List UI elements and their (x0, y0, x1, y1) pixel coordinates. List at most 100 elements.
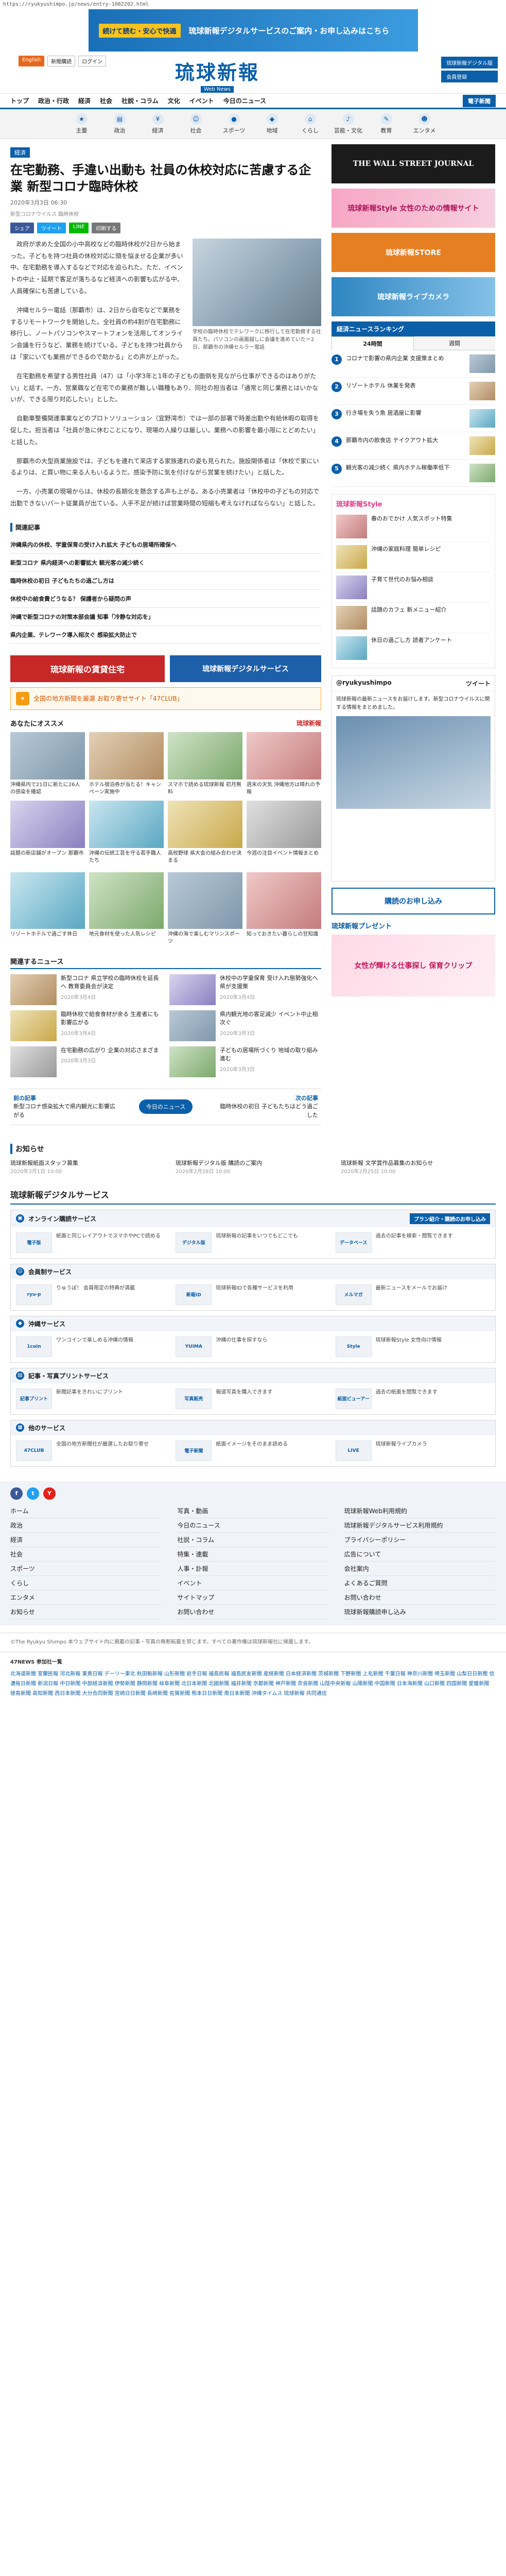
related-item[interactable]: 県内企業、テレワーク導入相次ぐ 感染拡大防止で (10, 626, 321, 644)
recommend-card[interactable]: 沖縄の海で楽しむマリンスポーツ (168, 872, 242, 946)
recent-news-item[interactable]: 新型コロナ 県立学校の臨時休校を延長へ 教育委員会が決定 2020年3月4日 (10, 974, 162, 1005)
recent-news-item[interactable]: 休校中の学童保育 受け入れ態勢強化へ 県が支援策 2020年3月4日 (169, 974, 321, 1005)
ranking-item[interactable]: 4 那覇市内の飲食店 テイクアウト拡大 (331, 432, 495, 460)
today-news-button[interactable]: 今日のニュース (138, 1099, 193, 1114)
style-item[interactable]: 子育て世代のお悩み相談 (336, 572, 491, 603)
notice-item[interactable]: 琉球新報紙面スタッフ募集 2020年3月1日 10:00 (10, 1159, 165, 1176)
ranking-item[interactable]: 5 観光客の減少続く 県内ホテル稼働率低下 (331, 460, 495, 487)
related-item[interactable]: 臨時休校の初日 子どもたちの過ごし方は (10, 572, 321, 590)
related-item[interactable]: 沖縄県内の休校、学童保育の受け入れ拡大 子どもの居場所確保へ (10, 536, 321, 554)
recommend-card[interactable]: 話題の新店舗がオープン 那覇市 (10, 800, 85, 865)
ranking-item[interactable]: 3 行き場を失う魚 居酒屋に影響 (331, 405, 495, 432)
digital-edition-button[interactable]: 琉球新報デジタル版 (441, 57, 498, 69)
related-item[interactable]: 新型コロナ 県内経済への影響拡大 観光客の減少続く (10, 554, 321, 572)
english-button[interactable]: English (19, 56, 45, 66)
related-item[interactable]: 沖縄で新型コロナの対策本部会議 知事「冷静な対応を」 (10, 608, 321, 626)
article-photo[interactable]: 学校の臨時休校でテレワークに移行して在宅勤務する社員たち。パソコンの画面越しに会… (193, 238, 321, 351)
service-item[interactable]: 写真販売 報道写真を購入できます (176, 1388, 330, 1409)
gift-title[interactable]: 琉球新報プレゼント (331, 921, 495, 930)
cat-education[interactable]: ✎ 教育 (371, 113, 402, 134)
service-item[interactable]: デジタル版 琉球新報の記事をいつでもどこでも (176, 1232, 330, 1253)
footer-link[interactable]: 今日のニュース (177, 1518, 329, 1533)
promo-bar[interactable]: ✦ 全国の地方新聞を厳選 お取り寄せサイト「47CLUB」 (10, 687, 321, 710)
service-item[interactable]: データベース 過去の記事を検索・閲覧できます (335, 1232, 490, 1253)
twitter-share-button[interactable]: ツイート (37, 222, 66, 233)
style-banner[interactable]: 琉球新報Style 女性のための情報サイト (331, 189, 495, 228)
youtube-icon[interactable]: Y (43, 1487, 56, 1500)
recommend-card[interactable]: リゾートホテルで過ごす休日 (10, 872, 85, 946)
footer-link[interactable]: お問い合わせ (344, 1590, 496, 1605)
notice-item[interactable]: 琉球新報デジタル版 購読のご案内 2020年2月28日 10:00 (176, 1159, 330, 1176)
top-banner[interactable]: 続けて読む・安心で快適 琉球新報デジタルサービスのご案内・お申し込みはこちら (88, 9, 418, 52)
footer-link[interactable]: 政治 (10, 1518, 162, 1533)
footer-link[interactable]: お問い合わせ (177, 1605, 329, 1619)
footer-link[interactable]: 会社案内 (344, 1562, 496, 1576)
footer-link[interactable]: くらし (10, 1576, 162, 1590)
style-item[interactable]: 沖縄の家庭料理 簡単レシピ (336, 542, 491, 572)
subscribe-button[interactable]: 購読のお申し込み (331, 888, 495, 914)
service-item[interactable]: 新報ID 琉球新報IDで各種サービスを利用 (176, 1284, 330, 1305)
recent-news-item[interactable]: 臨時休校で給食食材が余る 生産者にも影響広がる 2020年3月4日 (10, 1010, 162, 1041)
gnav-item[interactable]: トップ (10, 96, 29, 105)
footer-link[interactable]: 琉球新報デジタルサービス利用規約 (344, 1518, 496, 1533)
live-camera-banner[interactable]: 琉球新報ライブカメラ (331, 277, 495, 316)
recommend-card[interactable]: 知っておきたい暮らしの豆知識 (247, 872, 321, 946)
service-item[interactable]: 1coin ワンコインで楽しめる沖縄の情報 (16, 1336, 170, 1357)
recent-news-item[interactable]: 在宅勤務の広がり 企業の対応さまざま 2020年3月3日 (10, 1046, 162, 1077)
gift-card[interactable]: 女性が輝ける仕事探し 保育クリップ (331, 935, 495, 996)
recent-news-item[interactable]: 子どもの居場所づくり 地域の取り組み進む 2020年3月3日 (169, 1046, 321, 1077)
gnav-item[interactable]: 今日のニュース (223, 96, 266, 105)
cat-politics[interactable]: ▤ 政治 (104, 113, 135, 134)
facebook-icon[interactable]: f (10, 1487, 23, 1500)
wsj-banner[interactable]: THE WALL STREET JOURNAL (331, 144, 495, 183)
footer-link[interactable]: 社説・コラム (177, 1533, 329, 1547)
ranking-item[interactable]: 1 コロナで影響の県内企業 支援策まとめ (331, 350, 495, 378)
recommend-card[interactable]: 高校野球 県大会の組み合わせ決まる (168, 800, 242, 865)
recommend-card[interactable]: 今週の注目イベント情報まとめ (247, 800, 321, 865)
cat-sports[interactable]: ● スポーツ (219, 113, 250, 134)
footer-link[interactable]: 写真・動画 (177, 1504, 329, 1518)
footer-link[interactable]: プライバシーポリシー (344, 1533, 496, 1547)
footer-link[interactable]: イベント (177, 1576, 329, 1590)
article-tags[interactable]: 新型コロナウイルス 臨時休校 (10, 210, 321, 217)
tab-weekly[interactable]: 週間 (414, 336, 495, 350)
footer-link[interactable]: 社会 (10, 1547, 162, 1562)
footer-link[interactable]: 人事・訃報 (177, 1562, 329, 1576)
service-item[interactable]: LIVE 琉球新報ライブカメラ (335, 1440, 490, 1461)
e-paper-button[interactable]: 電子新聞 (463, 94, 496, 107)
service-item[interactable]: ryu-p りゅうぽ！ 会員限定の特典が満載 (16, 1284, 170, 1305)
print-button[interactable]: 印刷する (92, 222, 121, 233)
footer-link[interactable]: 琉球新報Web利用規約 (344, 1504, 496, 1518)
style-item[interactable]: 休日の過ごし方 読者アンケート (336, 633, 491, 664)
recommend-card[interactable]: 地元食材を使った人気レシピ (89, 872, 164, 946)
gnav-item[interactable]: 文化 (168, 96, 180, 105)
prev-article-link[interactable]: 前の記事 新型コロナ感染拡大で県内観光に影響広がる (13, 1094, 116, 1120)
twitter-icon[interactable]: t (27, 1487, 39, 1500)
cat-society[interactable]: ☺ 社会 (181, 113, 212, 134)
plan-button[interactable]: プラン紹介・購読のお申し込み (410, 1213, 490, 1224)
article-category[interactable]: 経済 (10, 147, 30, 158)
store-banner[interactable]: 琉球新報STORE (331, 233, 495, 272)
ad-banner-right[interactable]: 琉球新報デジタルサービス (170, 655, 321, 682)
recommend-card[interactable]: 沖縄県内で21日に新たに26人の感染を確認 (10, 732, 85, 796)
service-item[interactable]: 電子版 紙面と同じレイアウトでスマホやPCで読める (16, 1232, 170, 1253)
gnav-item[interactable]: 社会 (100, 96, 112, 105)
tab-24h[interactable]: 24時間 (331, 336, 414, 350)
recommend-card[interactable]: スマホで読める琉球新報 初月無料 (168, 732, 242, 796)
style-item[interactable]: 話題のカフェ 新メニュー紹介 (336, 603, 491, 633)
notice-item[interactable]: 琉球新報 文学賞作品募集のお知らせ 2020年2月25日 10:00 (341, 1159, 496, 1176)
register-button[interactable]: 会員登録 (441, 71, 498, 82)
facebook-share-button[interactable]: シェア (10, 222, 34, 233)
ad-banner-left[interactable]: 琉球新報の賃貸住宅 (10, 655, 165, 682)
footer-link[interactable]: 特集・連載 (177, 1547, 329, 1562)
news47-list[interactable]: 北海道新聞 室蘭民報 河北新報 東奥日報 デーリー東北 秋田魁新報 山形新聞 岩… (10, 1669, 496, 1699)
service-item[interactable]: YUIMA 沖縄の仕事を探すなら (176, 1336, 330, 1357)
cat-economy[interactable]: ¥ 経済 (143, 113, 173, 134)
footer-link[interactable]: 琉球新報購読申し込み (344, 1605, 496, 1619)
service-item[interactable]: 記事プリント 新聞記事をきれいにプリント (16, 1388, 170, 1409)
ranking-item[interactable]: 2 リゾートホテル 休業を発表 (331, 378, 495, 405)
service-item[interactable]: 紙面ビューアー 過去の紙面を閲覧できます (335, 1388, 490, 1409)
footer-link[interactable]: ホーム (10, 1504, 162, 1518)
footer-link[interactable]: エンタメ (10, 1590, 162, 1605)
line-share-button[interactable]: LINE (69, 222, 89, 233)
